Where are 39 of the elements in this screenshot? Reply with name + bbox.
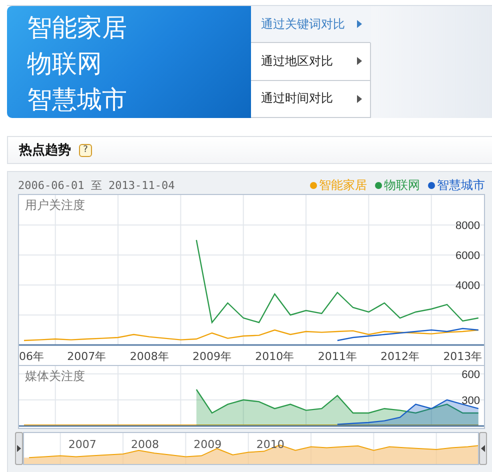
axis-label: 4000 bbox=[456, 280, 480, 292]
compare-menu-item[interactable]: 通过时间对比 bbox=[251, 80, 371, 118]
axis-label: 2008 bbox=[131, 438, 160, 451]
range-handle[interactable] bbox=[479, 432, 487, 465]
axis-label: 2007 bbox=[68, 438, 96, 451]
caret-icon bbox=[357, 20, 362, 28]
axis-label: 06年 bbox=[19, 350, 44, 363]
axis-label: 2009 bbox=[194, 438, 222, 451]
compare-menu-item[interactable]: 通过地区对比 bbox=[251, 43, 371, 81]
range-handle[interactable] bbox=[15, 432, 23, 465]
axis-label: 2008年 bbox=[130, 350, 169, 363]
axis-label: 300 bbox=[462, 394, 480, 407]
date-range: 2006-06-01 至 2013-11-04 bbox=[18, 178, 175, 192]
chart-title: 用户关注度 bbox=[25, 198, 85, 212]
axis-label: 2010 bbox=[256, 438, 284, 451]
axis-label: 8000 bbox=[456, 220, 480, 232]
help-button[interactable]: ? bbox=[79, 144, 92, 156]
axis-label: 600 bbox=[462, 368, 480, 381]
keyword-title: 智能家居 bbox=[27, 12, 128, 44]
axis-label: 2010年 bbox=[255, 350, 294, 363]
legend-label: 智能家居 bbox=[319, 176, 367, 194]
legend-label: 智慧城市 bbox=[437, 176, 485, 194]
overview-navigator[interactable]: 2007 2008 2009 2010 bbox=[23, 432, 479, 465]
legend-label: 物联网 bbox=[384, 176, 420, 194]
axis-label: 2011年 bbox=[318, 350, 357, 363]
section-title: 热点趋势 bbox=[19, 142, 71, 159]
chart-title: 媒体关注度 bbox=[25, 369, 85, 383]
keyword-title: 物联网 bbox=[27, 48, 103, 80]
keyword-title: 智慧城市 bbox=[27, 84, 128, 116]
axis-label: 2007年 bbox=[67, 350, 106, 363]
caret-icon bbox=[357, 94, 362, 103]
handle-grip-icon bbox=[17, 445, 21, 452]
axis-label: 2012年 bbox=[380, 350, 420, 363]
handle-grip-icon bbox=[481, 445, 485, 452]
axis-label: 6000 bbox=[456, 250, 480, 262]
axis-label: 2009年 bbox=[192, 350, 232, 363]
compare-menu-item[interactable]: 通过关键词对比 bbox=[251, 6, 371, 44]
axis-label: 2013年 bbox=[443, 350, 482, 363]
caret-icon bbox=[357, 57, 362, 66]
